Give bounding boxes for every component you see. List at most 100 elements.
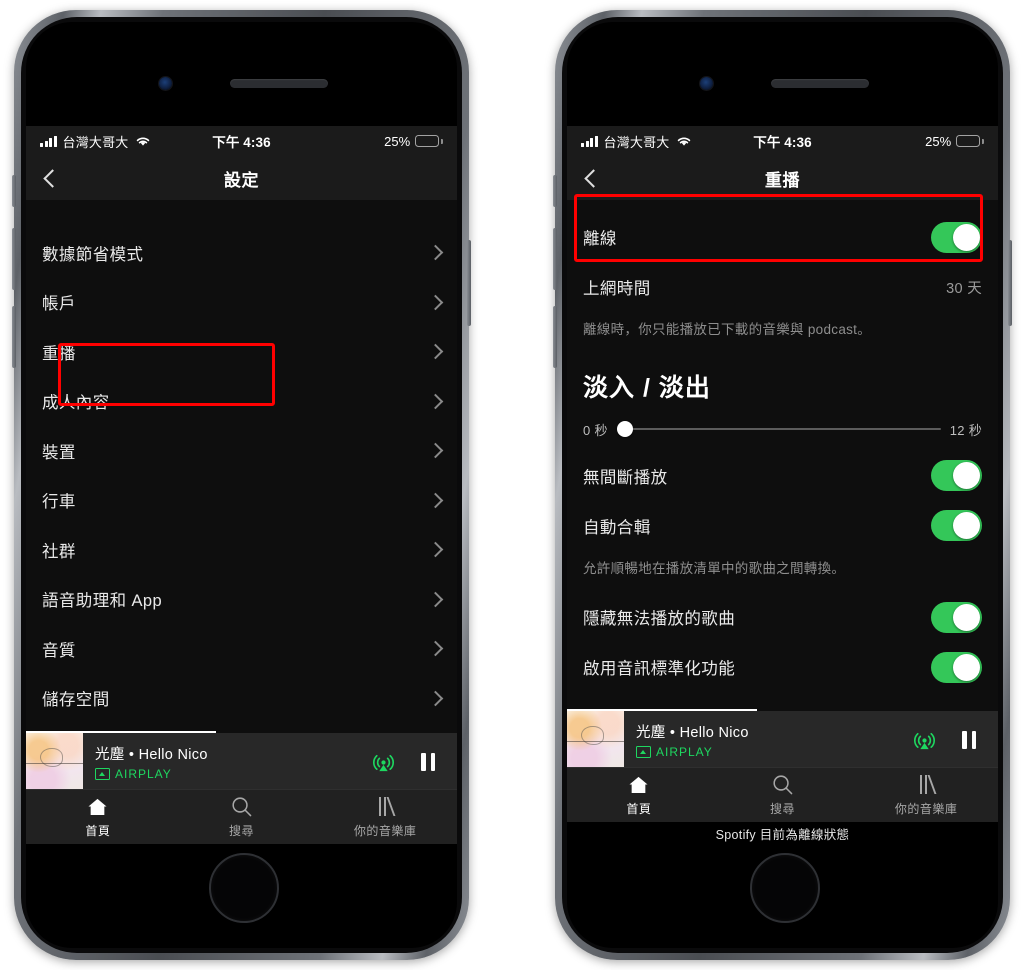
search-icon [231, 796, 252, 818]
hide-unplayable-toggle[interactable] [931, 601, 982, 633]
normalize-label: 啟用音訊標準化功能 [583, 660, 736, 679]
home-button[interactable] [208, 853, 279, 923]
settings-row-label: 儲存空間 [42, 691, 110, 710]
settings-row-explicit[interactable]: 成人內容 [26, 377, 457, 427]
earpiece-speaker [229, 79, 328, 88]
settings-row-audio-quality[interactable]: 音質 [26, 624, 457, 674]
phone-glass: 台灣大哥大 下午 4:36 25% [567, 22, 998, 948]
mute-switch[interactable] [553, 175, 557, 207]
offline-description: 離線時，你只能播放已下載的音樂與 podcast。 [583, 322, 872, 337]
automix-label: 自動合輯 [583, 518, 651, 537]
crossfade-min-label: 0 秒 [583, 422, 608, 438]
volume-down-button[interactable] [12, 306, 16, 368]
top-spacer [567, 200, 998, 212]
chevron-right-icon [427, 591, 444, 608]
right-screen: 台灣大哥大 下午 4:36 25% 重播 離線 上網時間 30 天 離線時，你只… [567, 126, 998, 844]
settings-row-car[interactable]: 行車 [26, 476, 457, 526]
online-time-row[interactable]: 上網時間 30 天 [567, 262, 998, 312]
offline-toggle[interactable] [931, 221, 982, 253]
battery-percent-label: 25% [925, 133, 952, 149]
gapless-toggle[interactable] [931, 460, 982, 492]
settings-row-label: 行車 [42, 493, 76, 512]
airplay-device-label: AIRPLAY [636, 745, 749, 759]
settings-row-label: 成人內容 [42, 394, 110, 413]
hide-unplayable-label: 隱藏無法播放的歌曲 [583, 610, 736, 629]
right-nav-bar: 重播 [567, 156, 998, 200]
settings-row-label: 裝置 [42, 443, 76, 462]
settings-row-data-saver[interactable]: 數據節省模式 [26, 228, 457, 278]
settings-row-storage[interactable]: 儲存空間 [26, 674, 457, 724]
volume-down-button[interactable] [553, 306, 557, 368]
battery-percent-label: 25% [384, 133, 411, 149]
chevron-right-icon [427, 244, 444, 261]
chevron-right-icon [427, 492, 444, 509]
chevron-right-icon [427, 294, 444, 311]
power-button[interactable] [467, 240, 471, 326]
normalize-row[interactable]: 啟用音訊標準化功能 [567, 642, 998, 692]
chevron-right-icon [427, 690, 444, 707]
power-button[interactable] [1008, 240, 1012, 326]
hide-unplayable-row[interactable]: 隱藏無法播放的歌曲 [567, 592, 998, 642]
settings-row-label: 帳戶 [42, 295, 76, 314]
track-title: 光塵 • Hello Nico [95, 746, 208, 763]
status-bar: 台灣大哥大 下午 4:36 25% [567, 126, 998, 156]
crossfade-slider[interactable] [616, 421, 941, 438]
chevron-right-icon [427, 343, 444, 360]
crossfade-slider-row[interactable]: 0 秒 12 秒 [567, 412, 998, 451]
online-time-value: 30 天 [946, 280, 982, 297]
settings-row-voice-assistants[interactable]: 語音助理和 App [26, 575, 457, 625]
tab-search[interactable]: 搜尋 [170, 796, 314, 839]
front-camera-icon [699, 77, 713, 90]
pause-icon[interactable] [421, 752, 435, 771]
tab-bar[interactable]: 首頁 搜尋 你的音樂庫 [26, 789, 457, 844]
settings-row-label: 音質 [42, 641, 76, 660]
settings-row-account[interactable]: 帳戶 [26, 278, 457, 328]
now-playing-bar[interactable]: 光塵 • Hello Nico AIRPLAY [567, 709, 998, 768]
tab-bar[interactable]: 首頁 搜尋 你的音樂庫 [567, 767, 998, 822]
offline-row[interactable]: 離線 [567, 212, 998, 262]
chevron-left-icon[interactable] [584, 168, 603, 188]
volume-up-button[interactable] [553, 228, 557, 290]
pause-icon[interactable] [962, 730, 976, 749]
chevron-right-icon [427, 393, 444, 410]
album-art [26, 733, 83, 790]
normalize-toggle[interactable] [931, 651, 982, 683]
tab-home[interactable]: 首頁 [26, 796, 170, 839]
library-icon [919, 774, 936, 796]
home-button[interactable] [749, 853, 820, 923]
left-screen: 台灣大哥大 下午 4:36 25% 設定 數據節省模式 帳戶 重播 成人內容 裝… [26, 126, 457, 844]
list-top-spacer [26, 200, 457, 228]
wifi-icon [136, 137, 149, 146]
home-icon [87, 796, 108, 818]
volume-up-button[interactable] [12, 228, 16, 290]
tab-label: 搜尋 [770, 801, 796, 816]
now-playing-controls [372, 750, 457, 773]
airplay-icon[interactable] [913, 728, 936, 751]
tab-label: 首頁 [626, 801, 652, 816]
gapless-row[interactable]: 無間斷播放 [567, 451, 998, 501]
slider-thumb[interactable] [616, 421, 633, 438]
crossfade-section-title: 淡入 / 淡出 [583, 373, 711, 402]
settings-row-devices[interactable]: 裝置 [26, 426, 457, 476]
crossfade-max-label: 12 秒 [949, 422, 982, 438]
tab-search[interactable]: 搜尋 [711, 774, 855, 817]
earpiece-speaker [770, 79, 869, 88]
tab-library[interactable]: 你的音樂庫 [854, 774, 998, 817]
gapless-label: 無間斷播放 [583, 468, 668, 487]
chevron-right-icon [427, 442, 444, 459]
device-label-text: AIRPLAY [115, 766, 172, 781]
settings-row-label: 數據節省模式 [42, 245, 144, 264]
now-playing-bar[interactable]: 光塵 • Hello Nico AIRPLAY [26, 731, 457, 790]
tab-home[interactable]: 首頁 [567, 774, 711, 817]
device-label-text: AIRPLAY [656, 744, 713, 759]
settings-row-playback[interactable]: 重播 [26, 327, 457, 377]
automix-toggle[interactable] [931, 510, 982, 542]
automix-row[interactable]: 自動合輯 [567, 501, 998, 551]
airplay-icon[interactable] [372, 750, 395, 773]
tab-label: 搜尋 [229, 823, 255, 838]
chevron-left-icon[interactable] [43, 168, 62, 188]
settings-row-social[interactable]: 社群 [26, 525, 457, 575]
cellular-bars-icon [40, 135, 57, 147]
tab-library[interactable]: 你的音樂庫 [313, 796, 457, 839]
mute-switch[interactable] [12, 175, 16, 207]
